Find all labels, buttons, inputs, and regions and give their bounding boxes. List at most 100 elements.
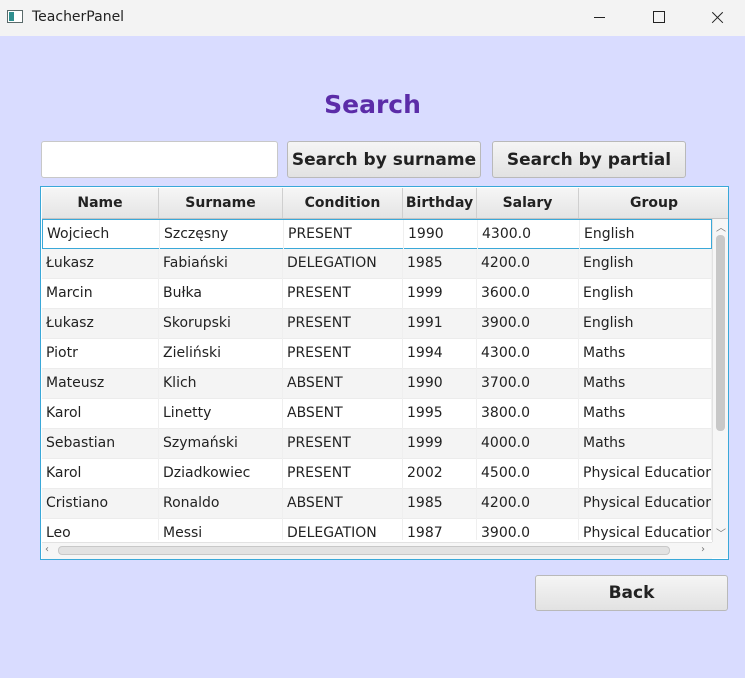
- cell-salary: 3900.0: [477, 309, 579, 339]
- table-row[interactable]: Cristiano Ronaldo ABSENT 1985 4200.0 Physical…: [42, 489, 712, 519]
- cell-salary: 4200.0: [477, 489, 579, 519]
- scroll-right-arrow-icon[interactable]: ›: [701, 544, 705, 555]
- cell-birthday: 1990: [403, 369, 477, 399]
- cell-name: Karol: [42, 459, 159, 489]
- vertical-scrollbar[interactable]: ︿ ﹀: [712, 219, 728, 542]
- cell-condition: PRESENT: [283, 339, 403, 369]
- cell-surname: Skorupski: [159, 309, 283, 339]
- cell-group: English: [580, 220, 712, 250]
- search-by-partial-button[interactable]: Search by partial: [492, 141, 686, 178]
- app-icon: [7, 10, 23, 23]
- cell-name: Leo: [42, 519, 159, 540]
- cell-group: Physical Education: [579, 489, 712, 519]
- cell-group: English: [579, 309, 712, 339]
- cell-condition: ABSENT: [283, 399, 403, 429]
- cell-birthday: 1995: [403, 399, 477, 429]
- cell-condition: PRESENT: [284, 220, 404, 250]
- cell-birthday: 1987: [403, 519, 477, 540]
- table-row[interactable]: Piotr Zieliński PRESENT 1994 4300.0 Maths: [42, 339, 712, 369]
- cell-name: Sebastian: [42, 429, 159, 459]
- cell-birthday: 1994: [403, 339, 477, 369]
- cell-surname: Klich: [159, 369, 283, 399]
- cell-group: English: [579, 249, 712, 279]
- vertical-scroll-thumb[interactable]: [716, 235, 725, 431]
- cell-group: Maths: [579, 369, 712, 399]
- search-input[interactable]: [41, 141, 278, 178]
- table-row[interactable]: Karol Linetty ABSENT 1995 3800.0 Maths: [42, 399, 712, 429]
- column-header-birthday[interactable]: Birthday: [403, 188, 477, 218]
- cell-salary: 3800.0: [477, 399, 579, 429]
- cell-condition: DELEGATION: [283, 249, 403, 279]
- cell-surname: Bułka: [159, 279, 283, 309]
- cell-birthday: 1999: [403, 429, 477, 459]
- cell-name: Mateusz: [42, 369, 159, 399]
- cell-surname: Linetty: [159, 399, 283, 429]
- title-bar: TeacherPanel: [0, 0, 745, 36]
- cell-surname: Szymański: [159, 429, 283, 459]
- maximize-button[interactable]: [629, 0, 687, 36]
- cell-salary: 3900.0: [477, 519, 579, 540]
- cell-condition: ABSENT: [283, 489, 403, 519]
- cell-name: Piotr: [42, 339, 159, 369]
- cell-condition: PRESENT: [283, 459, 403, 489]
- cell-surname: Zieliński: [159, 339, 283, 369]
- table-row[interactable]: Leo Messi DELEGATION 1987 3900.0 Physical Edu…: [42, 519, 712, 540]
- cell-surname: Ronaldo: [159, 489, 283, 519]
- minimize-button[interactable]: [570, 0, 628, 36]
- scroll-up-arrow-icon[interactable]: ︿: [716, 219, 726, 234]
- cell-group: Physical Education: [579, 459, 712, 489]
- column-header-name[interactable]: Name: [42, 188, 159, 218]
- cell-salary: 4200.0: [477, 249, 579, 279]
- cell-group: English: [579, 279, 712, 309]
- scroll-down-arrow-icon[interactable]: ﹀: [716, 525, 726, 540]
- cell-name: Łukasz: [42, 249, 159, 279]
- back-button[interactable]: Back: [535, 575, 728, 611]
- cell-name: Marcin: [42, 279, 159, 309]
- table-row[interactable]: Łukasz Skorupski PRESENT 1991 3900.0 English: [42, 309, 712, 339]
- cell-salary: 4000.0: [477, 429, 579, 459]
- close-button[interactable]: [688, 0, 745, 36]
- column-header-surname[interactable]: Surname: [159, 188, 283, 218]
- cell-condition: PRESENT: [283, 279, 403, 309]
- column-header-salary[interactable]: Salary: [477, 188, 579, 218]
- cell-birthday: 1999: [403, 279, 477, 309]
- search-by-surname-button[interactable]: Search by surname: [287, 141, 481, 178]
- cell-salary: 4500.0: [477, 459, 579, 489]
- table-row[interactable]: Wojciech Szczęsny PRESENT 1990 4300.0 English: [42, 219, 712, 250]
- cell-birthday: 2002: [403, 459, 477, 489]
- cell-birthday: 1985: [403, 489, 477, 519]
- table-row[interactable]: Karol Dziadkowiec PRESENT 2002 4500.0 Physica…: [42, 459, 712, 489]
- table-header: Name Surname Condition Birthday Salary G…: [42, 188, 728, 219]
- cell-name: Łukasz: [42, 309, 159, 339]
- cell-surname: Fabiański: [159, 249, 283, 279]
- cell-salary: 3700.0: [477, 369, 579, 399]
- cell-birthday: 1985: [403, 249, 477, 279]
- cell-condition: PRESENT: [283, 429, 403, 459]
- table-row[interactable]: Sebastian Szymański PRESENT 1999 4000.0 Maths: [42, 429, 712, 459]
- cell-group: Physical Education: [579, 519, 712, 540]
- cell-salary: 4300.0: [477, 339, 579, 369]
- cell-condition: ABSENT: [283, 369, 403, 399]
- cell-name: Cristiano: [42, 489, 159, 519]
- cell-birthday: 1991: [403, 309, 477, 339]
- cell-group: Maths: [579, 429, 712, 459]
- cell-surname: Szczęsny: [160, 220, 284, 250]
- table-row[interactable]: Łukasz Fabiański DELEGATION 1985 4200.0 Engli…: [42, 249, 712, 279]
- column-header-condition[interactable]: Condition: [283, 188, 403, 218]
- cell-surname: Dziadkowiec: [159, 459, 283, 489]
- table-row[interactable]: Mateusz Klich ABSENT 1990 3700.0 Maths: [42, 369, 712, 399]
- cell-surname: Messi: [159, 519, 283, 540]
- cell-salary: 4300.0: [478, 220, 580, 250]
- cell-birthday: 1990: [404, 220, 478, 250]
- cell-name: Karol: [42, 399, 159, 429]
- table-row[interactable]: Marcin Bułka PRESENT 1999 3600.0 English: [42, 279, 712, 309]
- cell-condition: DELEGATION: [283, 519, 403, 540]
- scroll-left-arrow-icon[interactable]: ‹: [45, 544, 49, 555]
- window-title: TeacherPanel: [32, 9, 125, 25]
- horizontal-scrollbar[interactable]: ‹ ›: [42, 542, 712, 559]
- column-header-group[interactable]: Group: [579, 188, 728, 218]
- cell-group: Maths: [579, 339, 712, 369]
- horizontal-scroll-thumb[interactable]: [58, 546, 670, 555]
- teachers-table[interactable]: Name Surname Condition Birthday Salary G…: [40, 186, 729, 560]
- cell-condition: PRESENT: [283, 309, 403, 339]
